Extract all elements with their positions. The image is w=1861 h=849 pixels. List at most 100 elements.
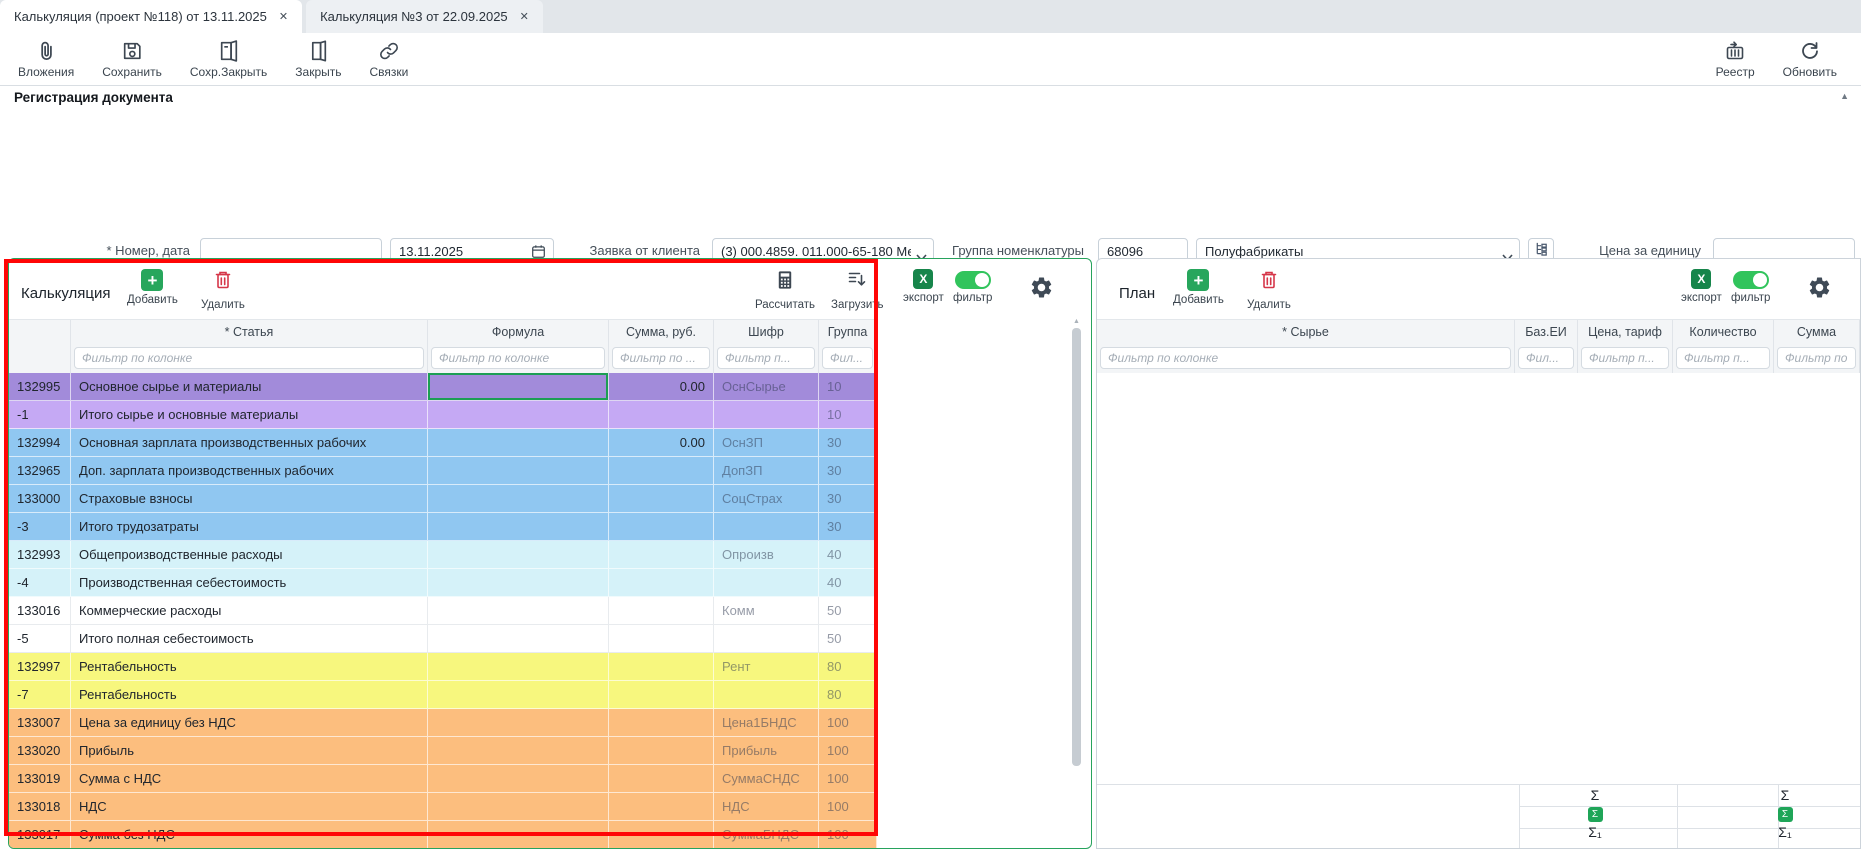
cell-group[interactable]: 100 (819, 793, 877, 821)
cell-sum[interactable] (609, 569, 714, 597)
cell-article[interactable]: Производственная себестоимость (71, 569, 428, 597)
cell-sum[interactable] (609, 485, 714, 513)
cell-article[interactable]: Коммерческие расходы (71, 597, 428, 625)
column-filter-input[interactable] (1100, 347, 1511, 369)
close-icon[interactable] (520, 10, 529, 23)
cell-code[interactable]: Цена1БНДС (714, 709, 819, 737)
vertical-scrollbar[interactable] (1070, 318, 1084, 849)
cell-sum[interactable] (609, 681, 714, 709)
cell-group[interactable]: 40 (819, 541, 877, 569)
cell-id[interactable]: 133007 (9, 709, 71, 737)
column-header[interactable] (9, 320, 71, 344)
cell-code[interactable]: НДС (714, 793, 819, 821)
table-row[interactable]: 133000Страховые взносыСоцСтрах30 (9, 485, 877, 513)
sigma-icon[interactable]: Σ (1778, 807, 1793, 822)
column-filter-input[interactable] (612, 347, 710, 369)
cell-group[interactable]: 40 (819, 569, 877, 597)
sum-label[interactable]: Σ (1781, 787, 1790, 805)
delete-row-button[interactable]: Удалить (201, 269, 245, 311)
column-filter-input[interactable] (1518, 347, 1574, 369)
sigma-icon[interactable]: Σ (1588, 807, 1603, 822)
column-filter-input[interactable] (74, 347, 424, 369)
table-row[interactable]: 132965Доп. зарплата производственных раб… (9, 457, 877, 485)
scrollbar-thumb[interactable] (1072, 328, 1081, 766)
attachments-button[interactable]: Вложения (18, 39, 74, 79)
table-row[interactable]: 133019Сумма с НДССуммаСНДС100 (9, 765, 877, 793)
column-header[interactable]: Шифр (714, 320, 819, 344)
column-header[interactable]: Количество (1673, 320, 1774, 344)
cell-id[interactable]: 132993 (9, 541, 71, 569)
table-row[interactable]: 132994Основная зарплата производственных… (9, 429, 877, 457)
filter-toggle[interactable]: фильтр (953, 271, 992, 304)
save-close-button[interactable]: Сохр.Закрыть (190, 39, 267, 79)
cell-code[interactable]: Прибыль (714, 737, 819, 765)
cell-code[interactable] (714, 513, 819, 541)
cell-article[interactable]: Рентабельность (71, 653, 428, 681)
cell-group[interactable]: 100 (819, 737, 877, 765)
cell-group[interactable]: 80 (819, 681, 877, 709)
table-row[interactable]: -7Рентабельность 80 (9, 681, 877, 709)
cell-article[interactable]: Страховые взносы (71, 485, 428, 513)
table-row[interactable]: 133020ПрибыльПрибыль100 (9, 737, 877, 765)
cell-id[interactable]: 132965 (9, 457, 71, 485)
cell-id[interactable]: -7 (9, 681, 71, 709)
add-row-button[interactable]: Добавить (1173, 269, 1224, 306)
column-header[interactable]: Формула (428, 320, 609, 344)
column-header[interactable]: Баз.ЕИ (1515, 320, 1578, 344)
cell-sum[interactable] (609, 709, 714, 737)
cell-formula[interactable] (428, 485, 609, 513)
add-row-button[interactable]: Добавить (127, 269, 178, 306)
column-header[interactable]: Группа (819, 320, 877, 344)
delete-row-button[interactable]: Удалить (1247, 269, 1291, 311)
cell-article[interactable]: НДС (71, 793, 428, 821)
cell-article[interactable]: Основное сырье и материалы (71, 373, 428, 401)
table-row[interactable]: 133016Коммерческие расходыКомм50 (9, 597, 877, 625)
cell-article[interactable]: Основная зарплата производственных рабоч… (71, 429, 428, 457)
table-row[interactable]: -4Производственная себестоимость 40 (9, 569, 877, 597)
cell-formula[interactable] (428, 709, 609, 737)
cell-code[interactable]: Опроизв (714, 541, 819, 569)
cell-article[interactable]: Рентабельность (71, 681, 428, 709)
table-row[interactable]: -1Итого сырье и основные материалы10 (9, 401, 877, 429)
column-header[interactable]: Сумма (1774, 320, 1860, 344)
cell-id[interactable]: -3 (9, 513, 71, 541)
column-filter-input[interactable] (822, 347, 873, 369)
cell-sum[interactable] (609, 597, 714, 625)
cell-article[interactable]: Цена за единицу без НДС (71, 709, 428, 737)
cell-formula[interactable] (428, 821, 609, 849)
cell-code[interactable]: Рент (714, 653, 819, 681)
cell-id[interactable]: 133000 (9, 485, 71, 513)
cell-group[interactable]: 30 (819, 457, 877, 485)
settings-button[interactable] (1807, 275, 1832, 305)
links-button[interactable]: Связки (370, 39, 409, 79)
cell-sum[interactable] (609, 513, 714, 541)
cell-group[interactable]: 50 (819, 597, 877, 625)
cell-code[interactable]: ОснЗП (714, 429, 819, 457)
cell-id[interactable]: -4 (9, 569, 71, 597)
cell-group[interactable]: 100 (819, 709, 877, 737)
cell-group[interactable]: 100 (819, 765, 877, 793)
cell-article[interactable]: Сумма с НДС (71, 765, 428, 793)
cell-code[interactable] (714, 681, 819, 709)
cell-group[interactable]: 30 (819, 429, 877, 457)
export-excel-button[interactable]: X экспорт (1681, 269, 1722, 304)
cell-formula[interactable] (428, 765, 609, 793)
cell-code[interactable]: ДопЗП (714, 457, 819, 485)
cell-formula[interactable] (428, 513, 609, 541)
cell-article[interactable]: Итого трудозатраты (71, 513, 428, 541)
column-filter-input[interactable] (1777, 347, 1856, 369)
cell-group[interactable]: 10 (819, 373, 877, 401)
cell-id[interactable]: 133018 (9, 793, 71, 821)
filter-toggle[interactable]: фильтр (1731, 271, 1770, 304)
column-filter-input[interactable] (1676, 347, 1770, 369)
cell-code[interactable]: ОснСырье (714, 373, 819, 401)
column-header[interactable]: Сумма, руб. (609, 320, 714, 344)
close-icon[interactable] (279, 10, 288, 23)
cell-group[interactable]: 30 (819, 485, 877, 513)
export-excel-button[interactable]: X экспорт (903, 269, 944, 304)
cell-code[interactable]: Комм (714, 597, 819, 625)
cell-sum[interactable] (609, 737, 714, 765)
sum-label[interactable]: Σ (1591, 787, 1600, 805)
cell-group[interactable]: 30 (819, 513, 877, 541)
cell-sum[interactable] (609, 541, 714, 569)
